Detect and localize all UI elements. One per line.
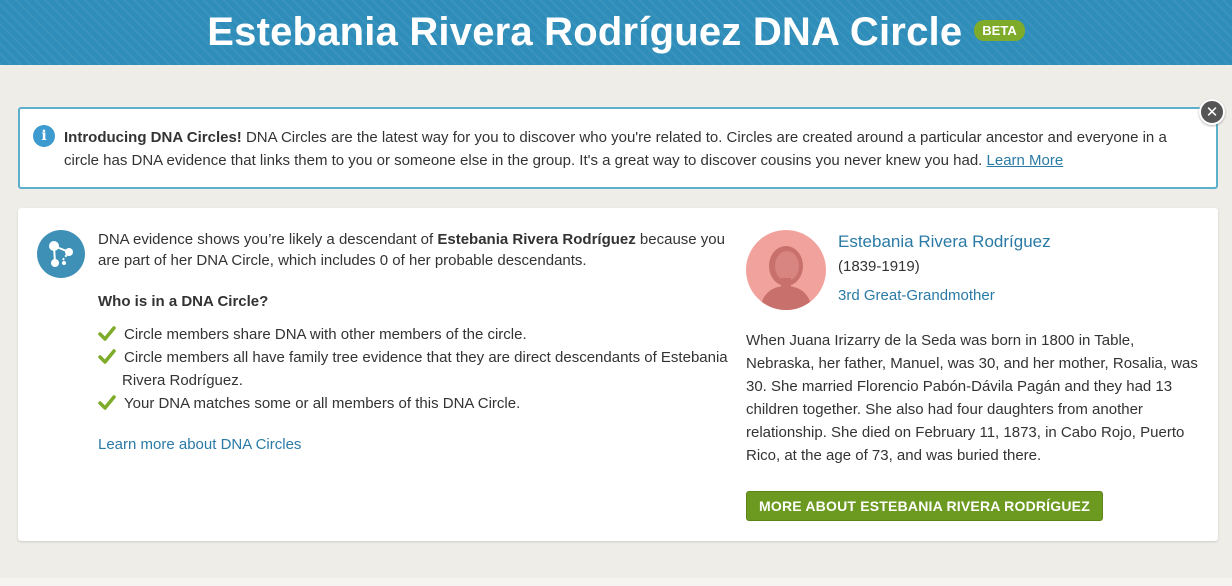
learn-more-dna-circles-link[interactable]: Learn more about DNA Circles: [98, 434, 301, 455]
beta-badge: BETA: [974, 20, 1025, 41]
avatar: [746, 230, 826, 310]
list-item: Your DNA matches some or all members of …: [98, 392, 738, 415]
person-bio: When Juana Irizarry de la Seda was born …: [746, 332, 1198, 464]
criteria-list: Circle members share DNA with other memb…: [98, 323, 738, 415]
list-item: Circle members share DNA with other memb…: [98, 323, 738, 346]
relationship-link[interactable]: 3rd Great-Grandmother: [838, 287, 995, 304]
dna-circle-card: DNA evidence shows you’re likely a desce…: [18, 208, 1218, 541]
intro-heading: Introducing DNA Circles!: [64, 129, 242, 146]
list-item: Circle members all have family tree evid…: [98, 346, 738, 369]
person-name-link[interactable]: Estebania Rivera Rodríguez: [838, 232, 1051, 252]
learn-more-link[interactable]: Learn More: [987, 152, 1064, 169]
page-title: Estebania Rivera Rodríguez DNA Circle: [207, 10, 963, 54]
footer-divider: [0, 578, 1232, 586]
intro-banner: i Introducing DNA Circles! DNA Circles a…: [18, 107, 1218, 189]
checkmark-icon: [98, 326, 116, 341]
evidence-text: DNA evidence shows you’re likely a desce…: [98, 231, 725, 269]
person-dates: (1839-1919): [838, 258, 920, 275]
page-header: Estebania Rivera Rodríguez DNA Circle BE…: [0, 0, 1232, 65]
ancestor-name: Estebania Rivera Rodríguez: [437, 231, 636, 248]
close-icon[interactable]: ✕: [1199, 99, 1225, 125]
checkmark-icon: [98, 395, 116, 410]
dna-circle-icon: [37, 230, 85, 278]
more-about-button[interactable]: MORE ABOUT ESTEBANIA RIVERA RODRÍGUEZ: [746, 491, 1103, 521]
female-silhouette-icon: [760, 246, 812, 310]
list-item-continuation: Rivera Rodríguez.: [122, 372, 243, 389]
checkmark-icon: [98, 349, 116, 364]
who-in-circle-title: Who is in a DNA Circle?: [98, 293, 269, 310]
evidence-section: DNA evidence shows you’re likely a desce…: [98, 229, 738, 455]
info-icon: i: [33, 125, 55, 147]
